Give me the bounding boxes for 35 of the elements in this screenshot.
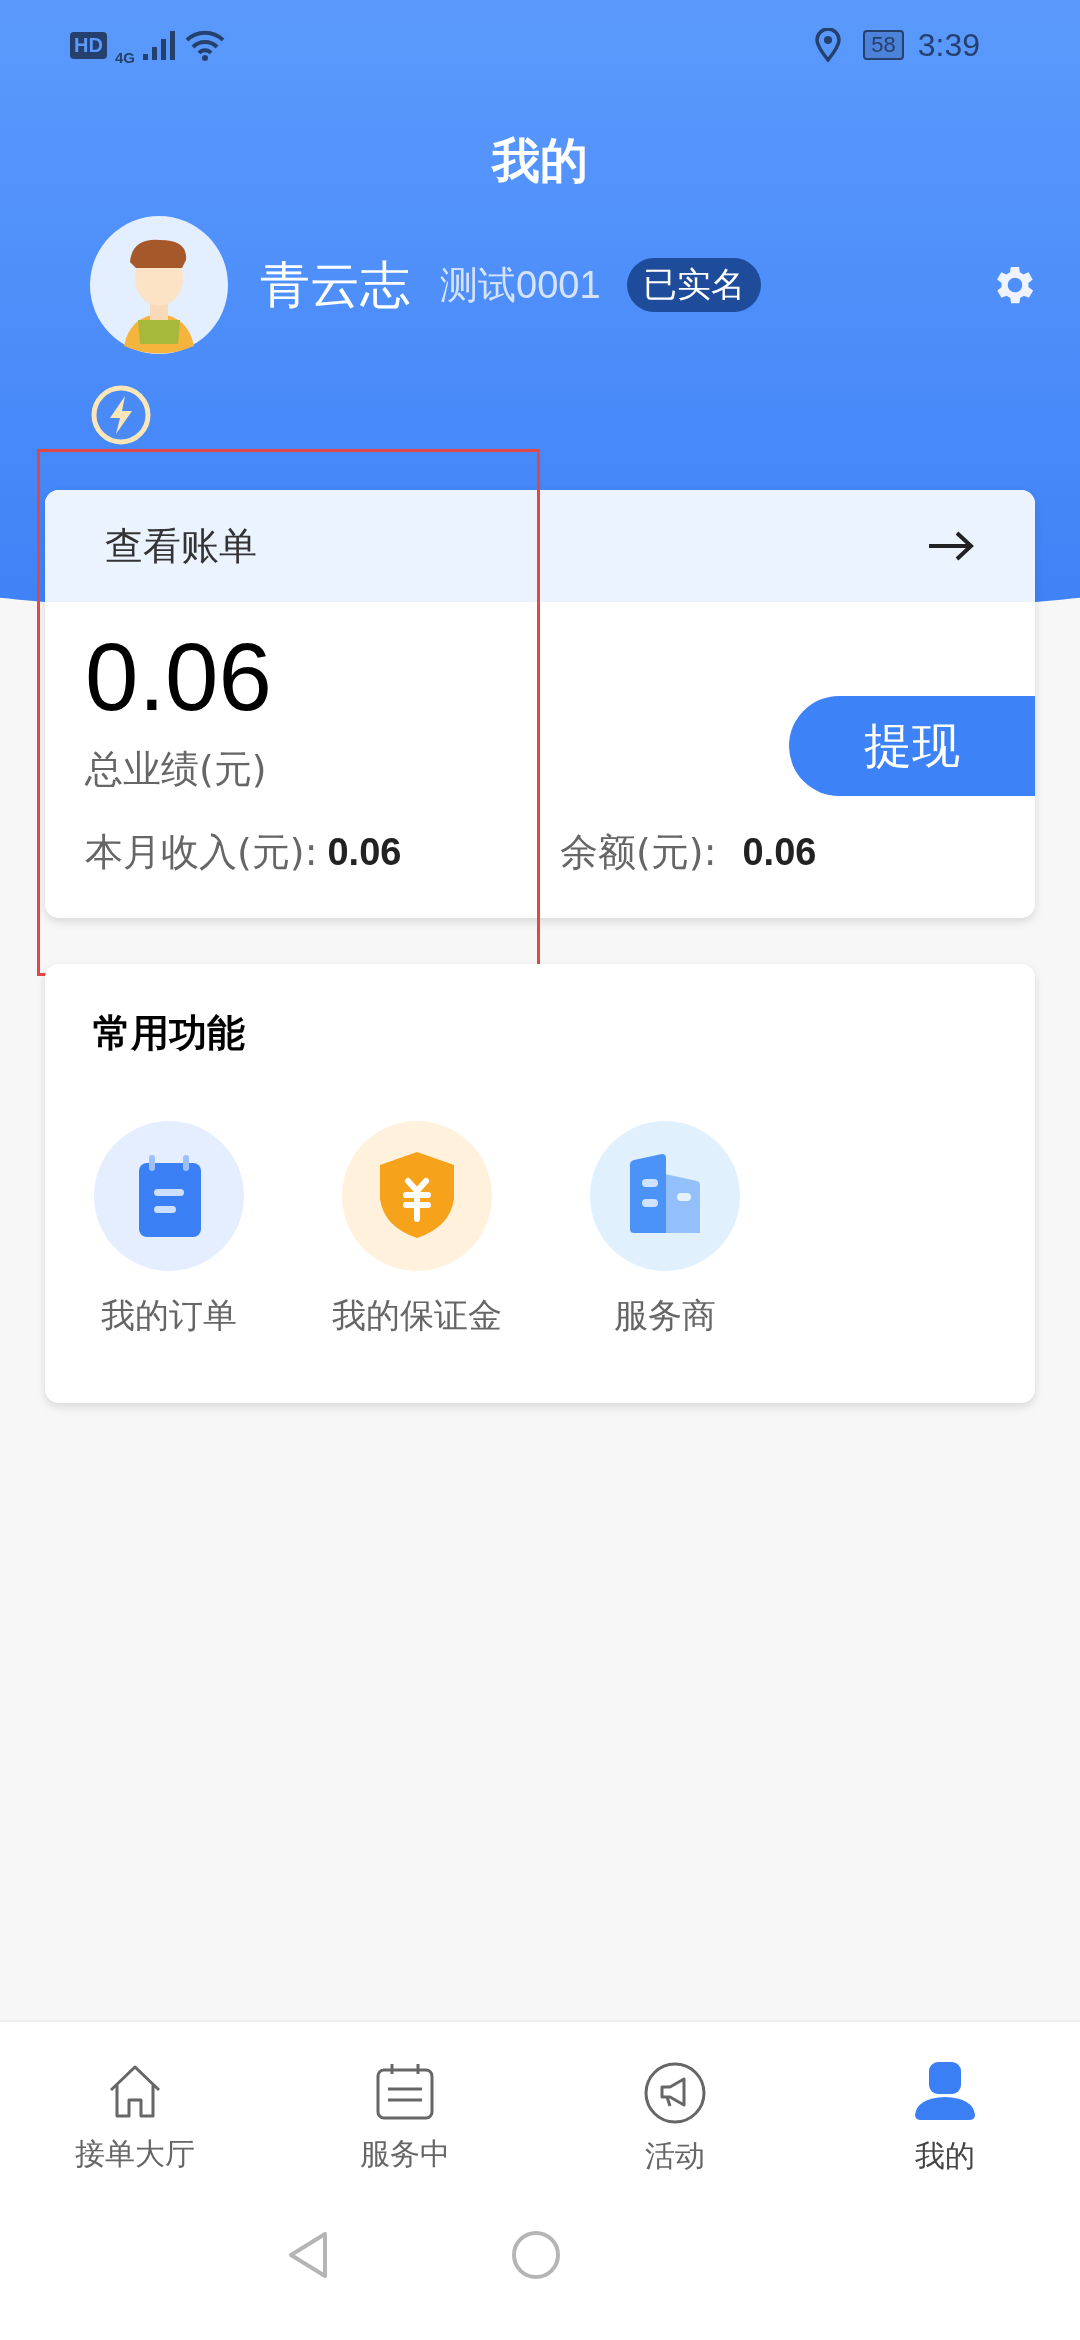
megaphone-icon[interactable] xyxy=(644,2062,706,2124)
function-label[interactable]: 我的订单 xyxy=(101,1293,237,1339)
view-bill-link[interactable]: 查看账单 xyxy=(105,520,257,572)
month-income-label: 本月收入(元): xyxy=(85,829,318,876)
network-type: 4G xyxy=(114,48,135,66)
building-icon[interactable] xyxy=(590,1121,740,1271)
balance-label: 余额(元): xyxy=(560,829,717,876)
location-icon xyxy=(815,28,842,62)
wifi-icon xyxy=(184,29,225,61)
home-circle-icon[interactable] xyxy=(511,2230,561,2280)
arrow-right-icon[interactable] xyxy=(927,530,975,562)
signal-icon xyxy=(142,30,177,60)
battery-indicator: 58 xyxy=(863,30,904,60)
total-amount: 0.06 xyxy=(85,622,273,732)
hd-indicator: HD xyxy=(70,31,107,59)
withdraw-button[interactable]: 提现 xyxy=(789,696,1035,796)
verified-badge: 已实名 xyxy=(626,258,761,312)
view-bill-row[interactable]: 查看账单 xyxy=(45,490,1035,602)
function-label[interactable]: 我的保证金 xyxy=(332,1293,502,1339)
tab-item[interactable]: 我的 xyxy=(810,2062,1080,2230)
total-label: 总业绩(元) xyxy=(85,746,267,793)
user-name: 青云志 xyxy=(260,254,410,316)
calendar-icon[interactable] xyxy=(375,2062,435,2122)
notepad-icon[interactable] xyxy=(94,1121,244,1271)
tab-item[interactable]: 活动 xyxy=(540,2062,810,2230)
section-title: 常用功能 xyxy=(93,1010,246,1057)
month-income-value: 0.06 xyxy=(327,831,402,874)
tab-item[interactable]: 服务中 xyxy=(270,2062,540,2230)
shield-yuan-icon[interactable] xyxy=(342,1121,492,1271)
page-title: 我的 xyxy=(490,131,589,190)
account-id: 测试0001 xyxy=(440,262,601,308)
tab-item[interactable]: 接单大厅 xyxy=(0,2062,270,2230)
clock: 3:39 xyxy=(917,26,980,64)
function-label[interactable]: 服务商 xyxy=(614,1293,716,1339)
balance-value: 0.06 xyxy=(742,831,817,874)
